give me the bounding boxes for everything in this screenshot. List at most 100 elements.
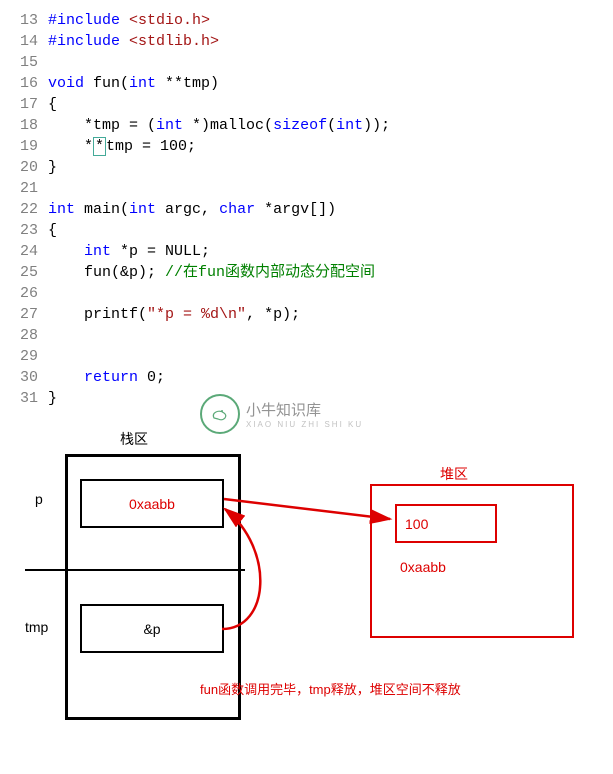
line-number: 28 <box>10 325 38 346</box>
token-txt: **tmp) <box>156 75 219 92</box>
line-number: 16 <box>10 73 38 94</box>
token-txt: { <box>48 96 57 113</box>
token-txt <box>48 243 84 260</box>
token-txt: { <box>48 222 57 239</box>
code-line: 16 void fun(int **tmp) <box>10 73 603 94</box>
token-type: void <box>48 75 84 92</box>
line-content: int *p = NULL; <box>48 241 210 262</box>
diagram-note: fun函数调用完毕，tmp释放，堆区空间不释放 <box>200 679 461 698</box>
line-number: 17 <box>10 94 38 115</box>
code-line: 22 int main(int argc, char *argv[]) <box>10 199 603 220</box>
token-pp: #include <box>48 33 120 50</box>
token-txt: printf( <box>48 306 147 323</box>
code-line: 23 { <box>10 220 603 241</box>
token-type: int <box>336 117 363 134</box>
line-number: 22 <box>10 199 38 220</box>
heap-value: 100 <box>405 516 428 532</box>
token-txt: *p = NULL; <box>111 243 210 260</box>
token-txt: * <box>48 138 93 155</box>
p-value: 0xaabb <box>129 496 175 512</box>
token-type: char <box>219 201 255 218</box>
token-comment: //在fun函数内部动态分配空间 <box>165 264 375 281</box>
line-number: 25 <box>10 262 38 283</box>
line-content: fun(&p); //在fun函数内部动态分配空间 <box>48 262 375 283</box>
watermark-title: 小牛知识库 <box>246 399 363 420</box>
code-line: 14 #include <stdlib.h> <box>10 31 603 52</box>
token-txt: main( <box>75 201 129 218</box>
code-line: 19 **tmp = 100; <box>10 136 603 157</box>
token-txt <box>120 12 129 29</box>
line-number: 31 <box>10 388 38 409</box>
heap-region-label: 堆区 <box>440 464 468 484</box>
token-pp: #include <box>48 12 120 29</box>
token-kw: return <box>84 369 138 386</box>
token-txt <box>120 33 129 50</box>
token-txt: )); <box>363 117 390 134</box>
token-txt: } <box>48 159 57 176</box>
token-sizeof: sizeof <box>273 117 327 134</box>
line-content: { <box>48 220 57 241</box>
line-number: 29 <box>10 346 38 367</box>
token-txt: fun(&p); <box>48 264 165 281</box>
token-txt: ( <box>327 117 336 134</box>
token-txt: *argv[]) <box>255 201 336 218</box>
code-line: 26 <box>10 283 603 304</box>
token-txt: 0; <box>138 369 165 386</box>
p-box: 0xaabb <box>80 479 224 528</box>
code-line: 15 <box>10 52 603 73</box>
tmp-label: tmp <box>25 619 48 635</box>
line-content: } <box>48 157 57 178</box>
token-txt: , *p); <box>246 306 300 323</box>
code-line: 13#include <stdio.h> <box>10 10 603 31</box>
token-txt: argc, <box>156 201 219 218</box>
code-line: 28 <box>10 325 603 346</box>
line-content: #include <stdlib.h> <box>48 31 219 52</box>
code-block: 13#include <stdio.h>14 #include <stdlib.h… <box>10 10 603 409</box>
stack-region-label: 栈区 <box>120 429 148 449</box>
line-number: 15 <box>10 52 38 73</box>
line-number: 18 <box>10 115 38 136</box>
code-line: 20} <box>10 157 603 178</box>
token-txt: } <box>48 390 57 407</box>
line-number: 20 <box>10 157 38 178</box>
line-content: printf("*p = %d\n", *p); <box>48 304 300 325</box>
line-content: *tmp = (int *)malloc(sizeof(int)); <box>48 115 390 136</box>
line-content: { <box>48 94 57 115</box>
token-str: "*p = %d\n" <box>147 306 246 323</box>
line-number: 19 <box>10 136 38 157</box>
code-line: 24 int *p = NULL; <box>10 241 603 262</box>
p-label: p <box>35 491 43 507</box>
watermark-subtitle: XIAO NIU ZHI SHI KU <box>246 420 363 429</box>
line-content: return 0; <box>48 367 165 388</box>
line-number: 14 <box>10 31 38 52</box>
line-number: 21 <box>10 178 38 199</box>
line-content: int main(int argc, char *argv[]) <box>48 199 336 220</box>
token-txt: tmp = 100; <box>106 138 196 155</box>
line-number: 23 <box>10 220 38 241</box>
line-number: 26 <box>10 283 38 304</box>
code-line: 25 fun(&p); //在fun函数内部动态分配空间 <box>10 262 603 283</box>
stack-divider <box>25 569 245 571</box>
heap-value-box: 100 <box>395 504 497 543</box>
tmp-box: &p <box>80 604 224 653</box>
token-txt <box>48 369 84 386</box>
line-number: 24 <box>10 241 38 262</box>
line-content: } <box>48 388 57 409</box>
code-line: 30 return 0; <box>10 367 603 388</box>
line-number: 30 <box>10 367 38 388</box>
code-line: 17 { <box>10 94 603 115</box>
token-type: int <box>129 75 156 92</box>
token-type: int <box>156 117 183 134</box>
watermark-logo-icon <box>200 394 240 434</box>
heap-address: 0xaabb <box>400 559 446 575</box>
cursor-highlight: * <box>93 137 106 156</box>
memory-diagram: 栈区 堆区 p 0xaabb tmp &p 100 0xaabb fun函数调用… <box>10 429 590 729</box>
token-type: int <box>129 201 156 218</box>
token-txt: *)malloc( <box>183 117 273 134</box>
line-content: **tmp = 100; <box>48 136 196 157</box>
line-content: void fun(int **tmp) <box>48 73 219 94</box>
line-number: 27 <box>10 304 38 325</box>
token-type: int <box>84 243 111 260</box>
line-content: #include <stdio.h> <box>48 10 210 31</box>
code-line: 27 printf("*p = %d\n", *p); <box>10 304 603 325</box>
